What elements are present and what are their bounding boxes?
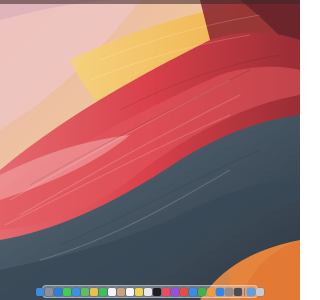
system-settings-icon[interactable] bbox=[225, 287, 233, 296]
podcasts-icon[interactable] bbox=[171, 287, 179, 296]
music-icon[interactable] bbox=[162, 287, 170, 296]
messages-icon[interactable] bbox=[63, 287, 71, 296]
dock-separator bbox=[244, 287, 245, 296]
tv-icon[interactable] bbox=[153, 287, 161, 296]
reminders-icon[interactable] bbox=[126, 287, 134, 296]
app-store-icon[interactable] bbox=[216, 287, 224, 296]
dock bbox=[36, 285, 264, 298]
news-icon[interactable] bbox=[180, 287, 188, 296]
notes-icon[interactable] bbox=[135, 287, 143, 296]
facetime-icon[interactable] bbox=[99, 287, 107, 296]
calendar-icon[interactable] bbox=[108, 287, 116, 296]
pages-icon[interactable] bbox=[207, 287, 215, 296]
freeform-icon[interactable] bbox=[144, 287, 152, 296]
contacts-icon[interactable] bbox=[117, 287, 125, 296]
safari-icon[interactable] bbox=[54, 287, 62, 296]
desktop-wallpaper bbox=[0, 0, 300, 300]
desktop[interactable] bbox=[0, 0, 300, 300]
photos-icon[interactable] bbox=[90, 287, 98, 296]
trash-icon[interactable] bbox=[256, 287, 264, 296]
menu-bar[interactable] bbox=[0, 0, 300, 4]
keynote-icon[interactable] bbox=[189, 287, 197, 296]
mail-icon[interactable] bbox=[72, 287, 80, 296]
numbers-icon[interactable] bbox=[198, 287, 206, 296]
downloads-folder-icon[interactable] bbox=[247, 287, 255, 296]
iphone-mirroring-icon[interactable] bbox=[234, 287, 242, 296]
launchpad-icon[interactable] bbox=[45, 287, 53, 296]
maps-icon[interactable] bbox=[81, 287, 89, 296]
finder-icon[interactable] bbox=[36, 287, 44, 296]
